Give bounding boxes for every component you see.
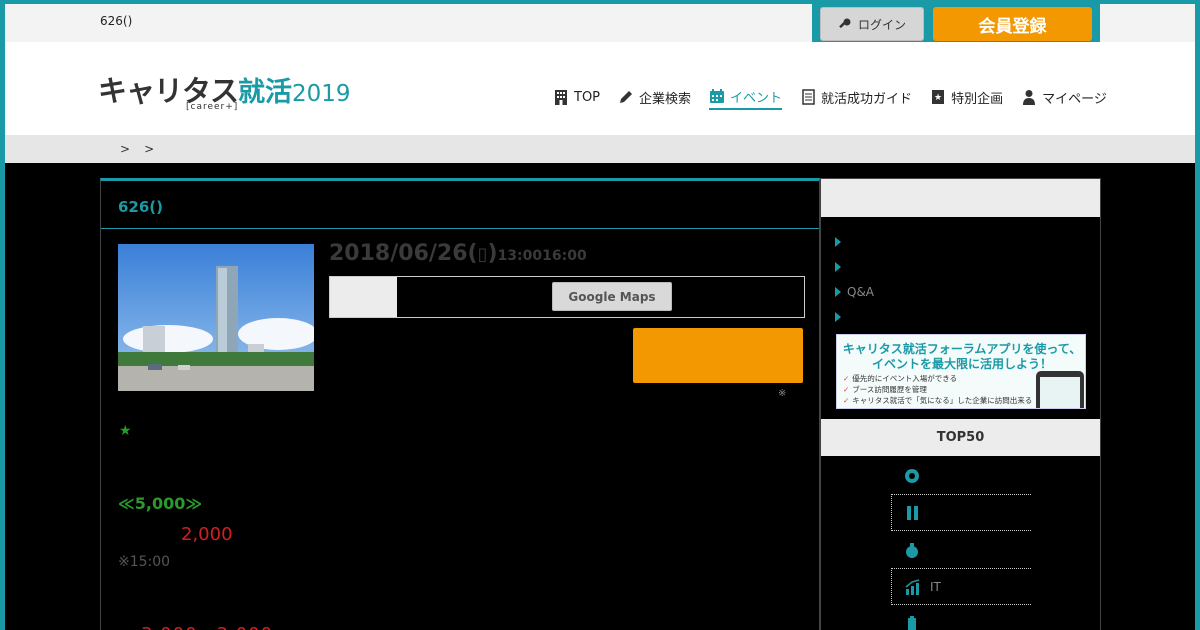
site-header: キャリタス就活2019 [career+] TOP 企業検索 イベント 就活成功… <box>5 42 1195 135</box>
sidebar-link[interactable] <box>835 304 874 329</box>
breadcrumb-bar: > > <box>5 135 1195 163</box>
category-item[interactable] <box>891 531 1031 568</box>
app-banner[interactable]: キャリタス就活フォーラムアプリを使って、 イベントを最大限に活用しよう！ ✓ 優先… <box>836 334 1086 409</box>
venue-photo <box>118 244 314 391</box>
battery-icon <box>908 615 916 630</box>
event-title: 626() <box>118 198 164 216</box>
arrow-right-icon <box>835 261 841 272</box>
login-label: ログイン <box>857 17 906 32</box>
price-partial: 3,000 3,000 <box>141 620 273 630</box>
breadcrumb: > > <box>120 142 154 156</box>
day-placeholder: ▯ <box>477 244 488 265</box>
logo-accent-text: 就活 <box>238 77 293 108</box>
nav-label: 企業検索 <box>639 91 692 107</box>
price-value: 2,000 <box>181 524 233 545</box>
event-detail-panel: 626() 2018/06/26(▯)13:0016:00 Google Map… <box>100 178 820 630</box>
nav-item-guide[interactable]: 就活成功ガイド <box>800 84 912 110</box>
price-note: ※15:00 <box>118 554 171 570</box>
arrow-right-icon <box>835 311 841 322</box>
nav-label: TOP <box>574 89 601 105</box>
document-icon <box>802 89 815 105</box>
login-button[interactable]: ログイン <box>820 7 924 41</box>
calendar-icon <box>710 89 725 103</box>
sidebar-link-qa[interactable]: Q&A <box>835 279 874 304</box>
google-maps-button[interactable]: Google Maps <box>552 282 672 311</box>
category-item[interactable] <box>891 494 1031 531</box>
category-item[interactable] <box>891 457 1031 494</box>
breadcrumb-separator: > <box>144 142 155 156</box>
chart-icon <box>905 578 920 595</box>
logo-subtitle: [career+] <box>186 102 239 112</box>
nav-label: 就活成功ガイド <box>821 91 913 107</box>
sidebar-link[interactable] <box>835 229 874 254</box>
nav-item-top[interactable]: TOP <box>553 84 600 110</box>
key-icon <box>839 18 851 29</box>
category-item-it[interactable]: IT <box>891 568 1031 605</box>
venue-label-cell <box>330 277 397 317</box>
svg-text:★: ★ <box>934 93 942 103</box>
star-icon: ★ <box>119 423 132 439</box>
breadcrumb-separator: > <box>120 142 131 156</box>
user-icon <box>1023 90 1036 105</box>
arrow-right-icon <box>835 236 841 247</box>
sidebar-link[interactable] <box>835 254 874 279</box>
banner-bullets: ✓ 優先的にイベント入場ができる ✓ ブース訪問履歴を管理 ✓ キャリタス就活で「気に… <box>843 374 1033 405</box>
event-date: 2018/06/26(▯)13:0016:00 <box>329 241 587 266</box>
nav-label: イベント <box>730 90 783 106</box>
nav-item-company-search[interactable]: 企業検索 <box>618 84 691 110</box>
divider <box>101 228 819 229</box>
sidebar-header <box>821 179 1100 217</box>
logo-year: 2019 <box>292 81 351 107</box>
star-book-icon: ★ <box>932 90 945 104</box>
building-icon <box>555 90 567 105</box>
auth-box: ログイン 会員登録 <box>812 0 1100 48</box>
event-time: 13:0016:00 <box>497 248 587 264</box>
banner-line2: イベントを最大限に活用しよう！ <box>871 357 1052 371</box>
apply-button[interactable] <box>633 328 803 383</box>
page: 626() ログイン 会員登録 キャリタス就活2019 [career+] TO… <box>5 0 1195 630</box>
arrow-right-icon <box>835 286 841 297</box>
nav-item-mypage[interactable]: マイページ <box>1021 84 1107 110</box>
site-logo[interactable]: キャリタス就活2019 [career+] <box>98 68 351 113</box>
money-bag-icon <box>906 542 918 558</box>
nav-item-events[interactable]: イベント <box>709 84 783 110</box>
nav-item-special[interactable]: ★ 特別企画 <box>930 84 1003 110</box>
gear-icon <box>905 468 919 483</box>
category-item[interactable] <box>891 605 1031 630</box>
phone-icon <box>1036 371 1084 408</box>
pencil-icon <box>620 91 633 103</box>
nav-label: マイページ <box>1042 91 1107 107</box>
venue-box: Google Maps <box>329 276 805 318</box>
sidebar-links: Q&A <box>835 229 874 329</box>
nav-label: 特別企画 <box>951 91 1004 107</box>
page-header-title: 626() <box>100 14 133 28</box>
main-nav: TOP 企業検索 イベント 就活成功ガイド ★ 特別企画 マイページ <box>553 84 1107 110</box>
handshake-icon <box>907 505 918 520</box>
register-button[interactable]: 会員登録 <box>933 7 1092 41</box>
apply-note: ※ <box>778 388 787 399</box>
sidebar: Q&A キャリタス就活フォーラムアプリを使って、 イベントを最大限に活用しよう！… <box>820 178 1101 630</box>
price-heading: ≪5,000≫ <box>118 494 203 513</box>
top50-heading: TOP50 <box>821 419 1100 456</box>
